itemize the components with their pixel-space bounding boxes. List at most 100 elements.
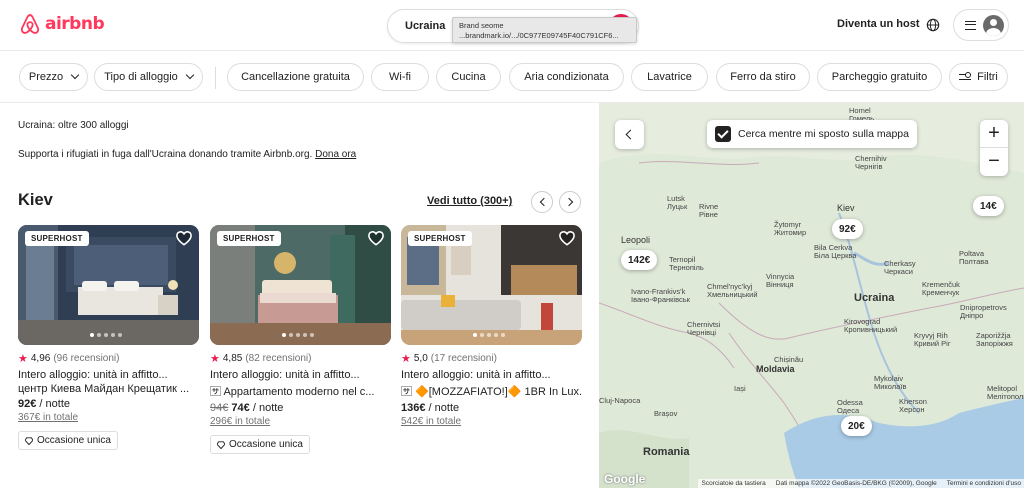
- price-value: 74€: [231, 402, 250, 414]
- filter-bar: Prezzo Tipo di alloggio Cancellazione gr…: [0, 51, 1024, 103]
- rare-find-label: Occasione unica: [37, 435, 111, 446]
- zoom-in-button[interactable]: +: [980, 120, 1008, 148]
- filter-wifi[interactable]: Wi-fi: [371, 63, 429, 91]
- listing-total[interactable]: 542€ in totale: [401, 416, 582, 427]
- filter-free-parking[interactable]: Parcheggio gratuito: [817, 63, 942, 91]
- filter-label: Prezzo: [28, 71, 64, 83]
- map-attribution: Scorciatoie da tastiera Dati mappa ©2022…: [698, 479, 1024, 488]
- map-label-odessa: Odessa Одеса: [837, 398, 863, 415]
- listing-photo[interactable]: SUPERHOST: [401, 225, 582, 345]
- support-text: Supporta i rifugiati in fuga dall'Ucrain…: [18, 149, 313, 160]
- filter-kitchen[interactable]: Cucina: [436, 63, 501, 91]
- terms-link[interactable]: Termini e condizioni d'uso: [947, 480, 1021, 487]
- map-back-button[interactable]: [615, 120, 644, 149]
- listing-total[interactable]: 367€ in totale: [18, 412, 199, 423]
- brand-name: airbnb: [45, 14, 105, 34]
- map-label-iasi: Iași: [734, 384, 746, 393]
- heart-icon[interactable]: [367, 230, 385, 246]
- globe-icon[interactable]: [926, 18, 940, 32]
- review-count: (96 recensioni): [53, 353, 120, 364]
- user-menu-button[interactable]: [953, 9, 1009, 41]
- become-host-link[interactable]: Diventa un host: [837, 18, 920, 30]
- price-unit: / notte: [428, 402, 460, 414]
- rating-value: 4,85: [222, 353, 243, 364]
- map[interactable]: Homel Гомель Chernihiv Чернігів Lutsk Луцьк…: [599, 103, 1024, 488]
- listing-rating: ★ 4,85 (82 recensioni): [210, 352, 391, 365]
- listing-subtitle: 🈂 🔶[MOZZAFIATO!]🔶 1BR In Lux...: [401, 386, 582, 398]
- photo-dots: [473, 333, 505, 337]
- listing-title: Intero alloggio: unità in affitto...: [18, 369, 168, 381]
- rare-find-badge: Occasione unica: [18, 431, 118, 450]
- map-price-pin[interactable]: 92€: [832, 219, 863, 239]
- map-zoom-control: + −: [980, 120, 1008, 176]
- filter-free-cancellation[interactable]: Cancellazione gratuita: [227, 63, 364, 91]
- filter-property-type[interactable]: Tipo di alloggio: [94, 63, 203, 91]
- map-price-pin[interactable]: 142€: [621, 250, 658, 270]
- search-as-move-toggle[interactable]: Cerca mentre mi sposto sulla mappa: [707, 120, 917, 148]
- airbnb-logo[interactable]: airbnb: [19, 12, 105, 36]
- donate-link[interactable]: Dona ora: [315, 149, 356, 160]
- listing-subtitle: центр Киева Майдан Крещатик ...: [18, 383, 190, 395]
- header: airbnb Ucraina Brand seome ...brandmark.…: [0, 0, 1024, 51]
- map-label-bila: Bila Cerkva Біла Церква: [814, 243, 857, 260]
- star-icon: ★: [401, 353, 411, 365]
- map-label-cluj: Cluj-Napoca: [599, 396, 641, 405]
- carousel-prev-button[interactable]: [531, 191, 553, 213]
- review-count: (17 recensioni): [430, 353, 497, 364]
- search-location[interactable]: Ucraina: [405, 20, 445, 32]
- map-label-kherson: Kherson Херсон: [899, 397, 927, 414]
- superhost-badge: SUPERHOST: [408, 231, 472, 246]
- map-label-poltava: Poltava Полтава: [959, 249, 989, 266]
- filters-button[interactable]: Filtri: [949, 63, 1008, 91]
- map-label-dnipro: Dnipropetrovs Дніпро: [960, 303, 1007, 320]
- map-price-pin[interactable]: 20€: [841, 416, 872, 436]
- tooltip-line2: ...brandmark.io/.../0C977E09745F40C791CF…: [459, 31, 619, 40]
- listing-rating: ★ 4,96 (96 recensioni): [18, 352, 199, 365]
- heart-icon[interactable]: [175, 230, 193, 246]
- listing-card[interactable]: SUPERHOST ★ 5,0 (17 recensioni) Intero a…: [401, 225, 582, 427]
- menu-icon: [965, 21, 976, 30]
- map-label-chernivtsi: Chernivtsi Чернівці: [687, 320, 721, 337]
- tooltip-line1: Brand seome: [459, 21, 504, 30]
- heart-icon[interactable]: [558, 230, 576, 246]
- filter-price[interactable]: Prezzo: [19, 63, 88, 91]
- chevron-down-icon: [185, 70, 195, 80]
- review-count: (82 recensioni): [245, 353, 312, 364]
- zoom-out-button[interactable]: −: [980, 148, 1008, 176]
- see-all-link[interactable]: Vedi tutto (300+): [427, 195, 512, 207]
- listing-photo[interactable]: SUPERHOST: [18, 225, 199, 345]
- star-icon: ★: [210, 353, 220, 365]
- star-icon: ★: [18, 353, 28, 365]
- map-label-kirovograd: Kirovograd Кропивницький: [844, 317, 898, 334]
- listing-card[interactable]: SUPERHOST ★ 4,96 (96 recensioni) Intero …: [18, 225, 199, 450]
- filter-iron[interactable]: Ferro da stiro: [716, 63, 810, 91]
- map-label-ternopil: Ternopil Тернопіль: [669, 255, 704, 272]
- search-as-move-label: Cerca mentre mi sposto sulla mappa: [738, 128, 909, 140]
- map-price-pin[interactable]: 14€: [973, 196, 1004, 216]
- map-data-credit: Dati mappa ©2022 GeoBasis-DE/BKG (©2009)…: [775, 480, 937, 487]
- map-label-ucraina: Ucraina: [854, 292, 895, 304]
- map-label-rivne: Rivne Рівне: [699, 202, 719, 219]
- listing-price: 136€ / notte: [401, 402, 582, 414]
- avatar: [983, 15, 1004, 36]
- listing-total[interactable]: 296€ in totale: [210, 416, 391, 427]
- chevron-down-icon: [70, 70, 80, 80]
- listing-photo[interactable]: SUPERHOST: [210, 225, 391, 345]
- listing-price: 94€ 74€ / notte: [210, 402, 391, 414]
- checkbox-checked-icon[interactable]: [715, 126, 731, 142]
- diamond-icon: [217, 440, 225, 449]
- photo-dots: [282, 333, 314, 337]
- listing-card[interactable]: SUPERHOST ★ 4,85 (82 recensioni) Intero …: [210, 225, 391, 454]
- map-label-ivano: Ivano-Frankivs'k Івано-Франківськ: [631, 287, 690, 304]
- keyboard-shortcuts-link[interactable]: Scorciatoie da tastiera: [701, 480, 765, 487]
- filter-label: Tipo di alloggio: [104, 71, 178, 83]
- filter-washer[interactable]: Lavatrice: [631, 63, 708, 91]
- listing-rating: ★ 5,0 (17 recensioni): [401, 352, 582, 365]
- filter-label: Filtri: [977, 71, 998, 83]
- carousel-next-button[interactable]: [559, 191, 581, 213]
- price-unit: / notte: [39, 398, 70, 410]
- price-value: 92€: [18, 398, 37, 410]
- listing-price: 92€ / notte: [18, 398, 199, 410]
- filter-air-conditioning[interactable]: Aria condizionata: [509, 63, 624, 91]
- price-unit: / notte: [252, 402, 284, 414]
